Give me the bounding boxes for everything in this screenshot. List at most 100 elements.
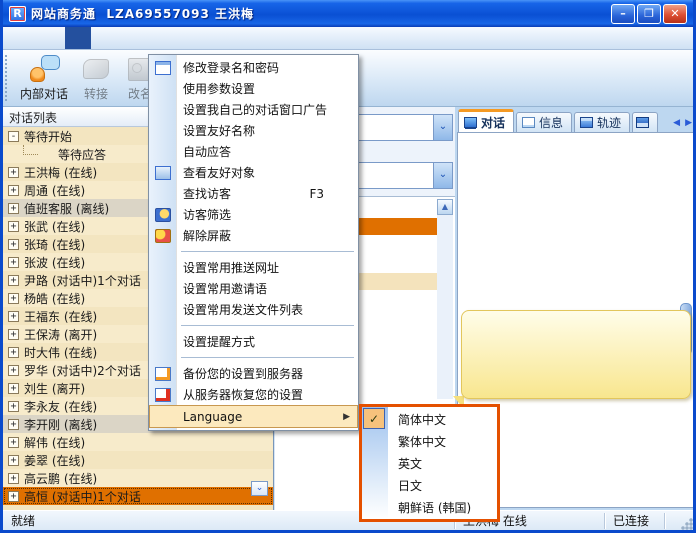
toolbar-button[interactable]: 转接: [74, 52, 118, 104]
contact-label: 姜翠 (在线): [24, 452, 85, 469]
tab-scroll-left-icon[interactable]: ◀: [673, 118, 680, 128]
contact-row[interactable]: + 高云鹏 (在线): [3, 469, 273, 487]
expand-toggle-icon[interactable]: +: [8, 329, 19, 340]
tab-label: 对话: [481, 114, 505, 131]
expand-toggle-icon[interactable]: +: [8, 203, 19, 214]
menu-separator: [181, 357, 354, 358]
menu-item-label: 使用参数设置: [183, 80, 255, 97]
expand-toggle-icon[interactable]: +: [8, 221, 19, 232]
language-option-label: 简体中文: [398, 411, 446, 428]
menu-item[interactable]: 设置常用推送网址: [149, 257, 358, 278]
window-title: 网站商务通 LZA69557093 王洪梅: [31, 5, 254, 22]
contact-row[interactable]: + 姜翠 (在线): [3, 451, 273, 469]
tab-scroll-right-icon[interactable]: ▶: [685, 118, 692, 128]
chevron-down-icon[interactable]: ⌄: [433, 163, 452, 188]
film-icon: [580, 117, 593, 128]
dialog-tab[interactable]: [632, 112, 658, 132]
expand-toggle-icon[interactable]: +: [8, 455, 19, 466]
status-connection: 已连接: [605, 513, 665, 529]
expand-toggle-icon[interactable]: +: [8, 311, 19, 322]
menu-item[interactable]: 修改登录名和密码: [149, 57, 358, 78]
menu-item[interactable]: 查看友好对象: [149, 162, 358, 183]
expand-toggle-icon[interactable]: +: [8, 275, 19, 286]
contact-row[interactable]: + 解伟 (在线): [3, 433, 273, 451]
menu-item-label: 设置友好名称: [183, 122, 255, 139]
menu-item[interactable]: 查找访客 F3: [149, 183, 358, 204]
toolbar-grip[interactable]: [5, 55, 11, 101]
expand-toggle-icon[interactable]: +: [8, 293, 19, 304]
expand-toggle-icon[interactable]: +: [8, 257, 19, 268]
menu-item-label: 设置常用推送网址: [183, 259, 279, 276]
menubar-item[interactable]: [39, 27, 65, 49]
language-option[interactable]: ✓ 英文: [362, 452, 497, 474]
menu-item[interactable]: 设置常用邀请语: [149, 278, 358, 299]
menubar-item[interactable]: [65, 27, 91, 49]
contact-label: 尹路 (对话中)1个对话: [24, 272, 141, 289]
menu-item[interactable]: 设置我自己的对话窗口广告: [149, 99, 358, 120]
contact-label: 刘生 (离开): [24, 380, 85, 397]
menu-item-label: 设置常用邀请语: [183, 280, 267, 297]
resize-grip[interactable]: [680, 517, 693, 530]
language-option[interactable]: ✓ 繁体中文: [362, 430, 497, 452]
expand-toggle-icon[interactable]: +: [8, 419, 19, 430]
expand-toggle-icon[interactable]: +: [8, 167, 19, 178]
scroll-up-icon[interactable]: ▲: [437, 199, 453, 215]
expand-toggle-icon[interactable]: +: [8, 437, 19, 448]
menu-item[interactable]: 设置友好名称: [149, 120, 358, 141]
contact-label: 时大伟 (在线): [24, 344, 97, 361]
expand-toggle-icon[interactable]: +: [8, 347, 19, 358]
dialog-tabbar: 对话 信息 轨迹 ◀ ▶: [455, 109, 696, 132]
contact-label: 张琦 (在线): [24, 236, 85, 253]
menu-item[interactable]: 设置常用发送文件列表: [149, 299, 358, 320]
menubar-item[interactable]: [143, 27, 169, 49]
chat-icon: [28, 55, 60, 83]
menu-item[interactable]: 访客筛选: [149, 204, 358, 225]
menubar-item[interactable]: [117, 27, 143, 49]
toolbar-button[interactable]: 内部对话: [14, 52, 74, 104]
menu-item[interactable]: 自动应答: [149, 141, 358, 162]
folder-icon: [155, 166, 171, 180]
tab-label: 轨迹: [597, 114, 621, 131]
expand-toggle-icon[interactable]: +: [8, 365, 19, 376]
dialog-tab[interactable]: 轨迹: [574, 112, 630, 132]
menu-item-label: 设置常用发送文件列表: [183, 301, 303, 318]
menubar-item[interactable]: [169, 27, 195, 49]
menu-item[interactable]: 使用参数设置: [149, 78, 358, 99]
restore-icon: [155, 388, 171, 402]
contact-label: 值班客服 (离线): [24, 200, 109, 217]
disk-icon: [636, 117, 649, 128]
contact-row[interactable]: + 高恒 (对话中)1个对话: [3, 487, 273, 505]
expand-toggle-icon[interactable]: -: [8, 131, 19, 142]
dialog-tab[interactable]: 信息: [516, 112, 572, 132]
chevron-down-icon[interactable]: ⌄: [433, 115, 452, 140]
menubar-item[interactable]: [13, 27, 39, 49]
tab-label: 信息: [539, 114, 563, 131]
menu-item[interactable]: 从服务器恢复您的设置: [149, 384, 358, 405]
language-option[interactable]: ✓ 日文: [362, 474, 497, 496]
minimize-button[interactable]: –: [611, 4, 635, 24]
dialog-tab[interactable]: 对话: [458, 109, 514, 132]
menu-item[interactable]: Language ▶: [149, 405, 358, 428]
menu-item[interactable]: 设置提醒方式: [149, 331, 358, 352]
menu-item[interactable]: 备份您的设置到服务器: [149, 363, 358, 384]
expand-toggle-icon[interactable]: +: [8, 185, 19, 196]
list-scroll-down-button[interactable]: ⌄: [251, 481, 268, 496]
contact-label: 罗华 (对话中)2个对话: [24, 362, 141, 379]
menubar-item[interactable]: [195, 27, 221, 49]
menu-item-label: 自动应答: [183, 143, 231, 160]
language-option[interactable]: ✓ 朝鲜语 (韩国): [362, 496, 497, 518]
expand-toggle-icon[interactable]: +: [8, 239, 19, 250]
language-option[interactable]: ✓ 简体中文: [362, 408, 497, 430]
grid-scrollbar[interactable]: ▲: [437, 199, 453, 399]
close-button[interactable]: ✕: [663, 4, 687, 24]
menubar: [3, 27, 693, 50]
contact-label: 张武 (在线): [24, 218, 85, 235]
menu-item[interactable]: 解除屏蔽: [149, 225, 358, 246]
filter-icon: [155, 208, 171, 222]
expand-toggle-icon[interactable]: +: [8, 401, 19, 412]
menubar-item[interactable]: [91, 27, 117, 49]
expand-toggle-icon[interactable]: +: [8, 383, 19, 394]
expand-toggle-icon[interactable]: +: [8, 491, 19, 502]
expand-toggle-icon[interactable]: +: [8, 473, 19, 484]
maximize-button[interactable]: ❐: [637, 4, 661, 24]
